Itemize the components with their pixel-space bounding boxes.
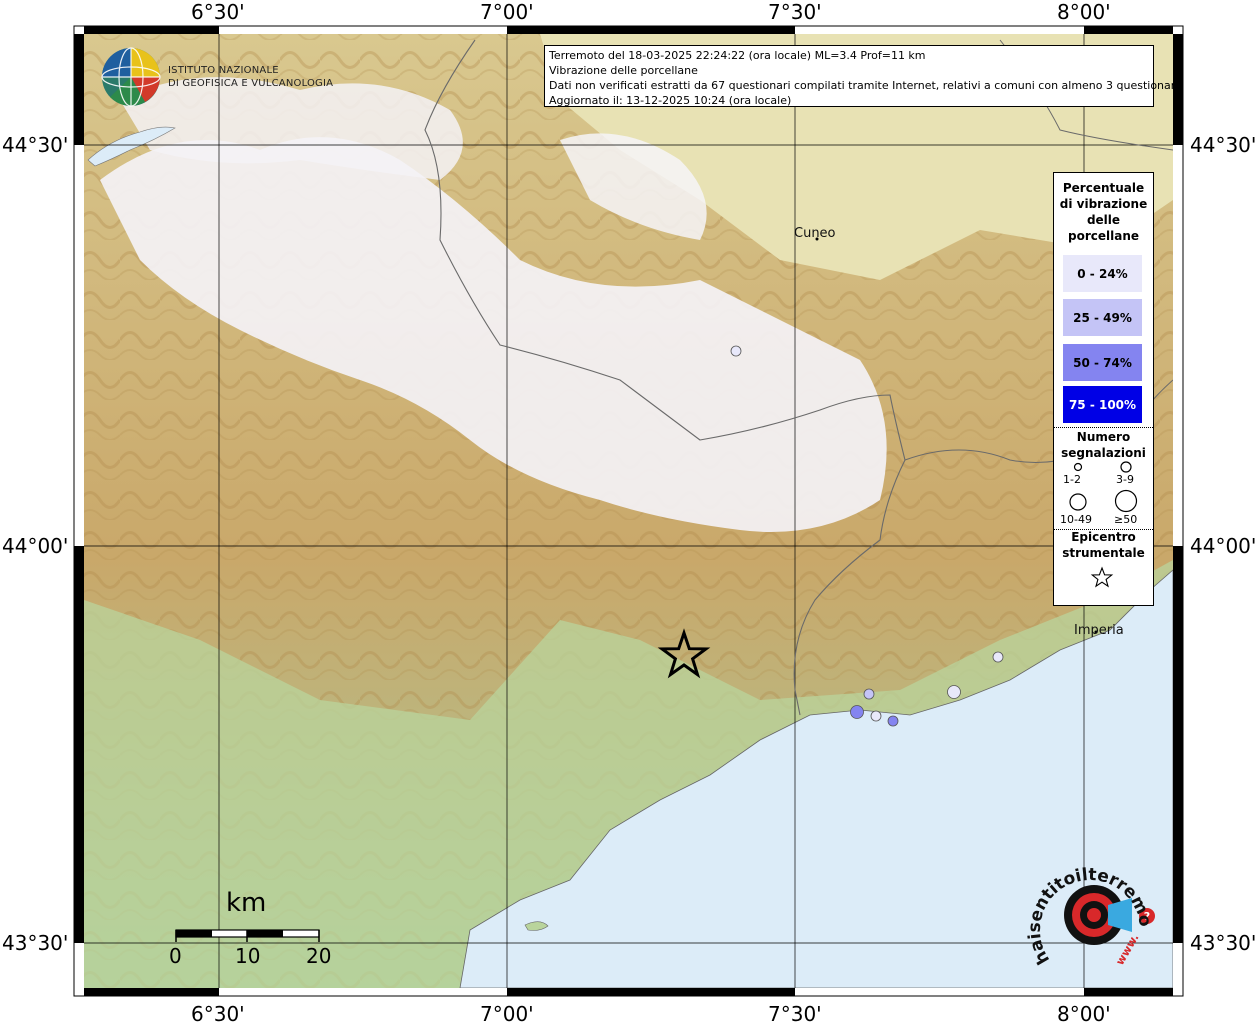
survey-point [730, 345, 742, 357]
survey-point [870, 710, 882, 722]
event-title: Terremoto del 18-03-2025 22:24:22 (ora l… [549, 49, 926, 62]
lat-label-right: 44°00' [1190, 534, 1256, 558]
lat-label-left: 44°30' [2, 133, 69, 157]
data-note: Dati non verificati estratti da 67 quest… [549, 79, 1182, 92]
ingv-logo-icon [101, 47, 161, 107]
legend-epicenter-title: Epicentro strumentale [1054, 529, 1153, 561]
lon-label-top: 8°00' [1057, 0, 1111, 24]
institute-line: ISTITUTO NAZIONALE [168, 65, 279, 76]
legend-epicenter-title-line: Epicentro [1071, 530, 1136, 544]
legend-epicenter-title-line: strumentale [1062, 546, 1145, 560]
scale-unit: km [226, 888, 267, 918]
lon-label-top: 7°00' [480, 0, 534, 24]
lon-label-bottom: 6°30' [191, 1002, 245, 1026]
survey-point [863, 688, 875, 700]
survey-point [887, 715, 899, 727]
event-info-box: Terremoto del 18-03-2025 22:24:22 (ora l… [544, 45, 1182, 107]
legend-count-1-2: 1-2 [1063, 473, 1081, 486]
institute-name: ISTITUTO NAZIONALE DI GEOFISICA E VULCAN… [168, 64, 333, 90]
lat-label-left: 43°30' [2, 931, 69, 955]
survey-point [992, 651, 1004, 663]
lon-label-bottom: 7°00' [480, 1002, 534, 1026]
legend-count-10-49: 10-49 [1060, 513, 1092, 526]
lon-label-bottom: 8°00' [1057, 1002, 1111, 1026]
survey-point [947, 685, 961, 699]
update-time: Aggiornato il: 13-12-2025 10:24 (ora loc… [549, 94, 792, 107]
scale-tick: 0 [169, 944, 182, 968]
lon-label-top: 6°30' [191, 0, 245, 24]
lat-label-left: 44°00' [2, 534, 69, 558]
city-label-imperia: Imperia [1074, 623, 1124, 638]
city-label-cuneo: Cuneo [794, 226, 836, 241]
scale-tick: 10 [235, 944, 261, 968]
lon-label-bottom: 7°30' [768, 1002, 822, 1026]
survey-point [850, 705, 864, 719]
lat-label-right: 43°30' [1190, 931, 1256, 955]
scale-tick: 20 [306, 944, 332, 968]
legend-count-3-9: 3-9 [1116, 473, 1134, 486]
institute-line: DI GEOFISICA E VULCANOLOGIA [168, 78, 334, 89]
map-subject: Vibrazione delle porcellane [549, 64, 698, 77]
lon-label-top: 7°30' [768, 0, 822, 24]
legend-count-50: ≥50 [1114, 513, 1138, 526]
lat-label-right: 44°30' [1190, 133, 1256, 157]
legend-panel: Percentuale di vibrazione delle porcella… [1053, 172, 1154, 606]
